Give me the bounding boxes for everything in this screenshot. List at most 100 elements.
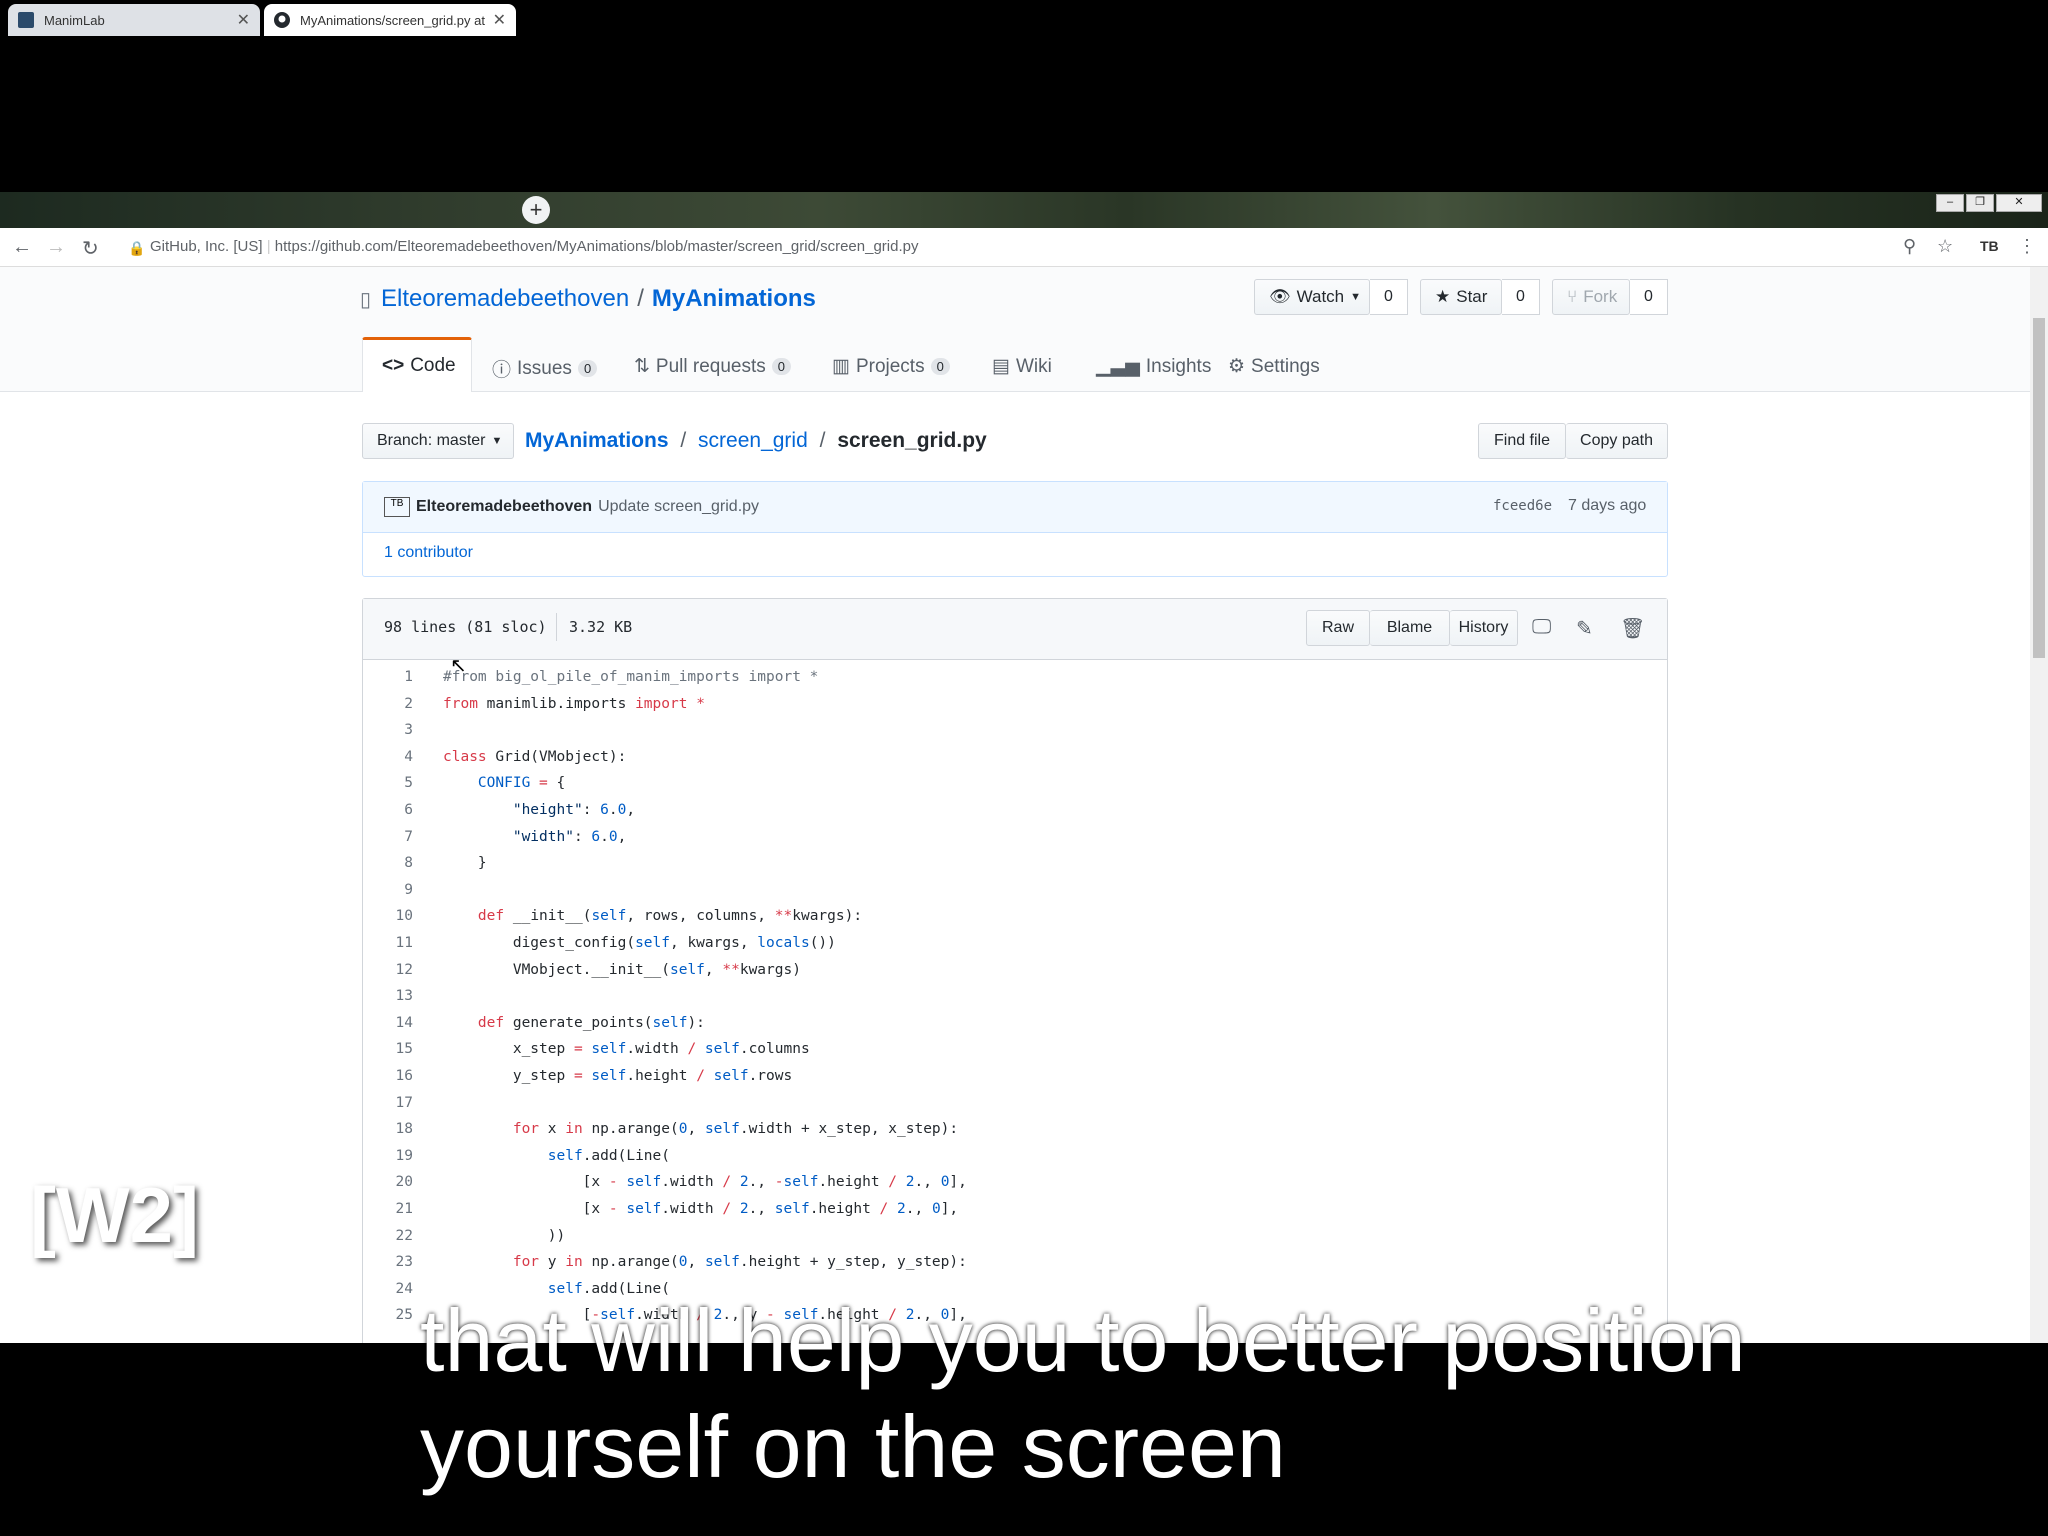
line-number[interactable]: 20 (363, 1174, 413, 1190)
repo-separator: / (637, 285, 644, 312)
code-line: 16 y_step = self.height / self.rows (363, 1063, 793, 1089)
star-button[interactable]: ★ Star (1420, 279, 1502, 315)
repo-name-link[interactable]: MyAnimations (652, 285, 816, 313)
code-line: 2 from manimlib.imports import * (363, 691, 705, 717)
line-number[interactable]: 3 (363, 722, 413, 738)
tab-pull-requests[interactable]: ⇅ Pull requests 0 (634, 355, 791, 378)
minimize-window-button[interactable]: – (1936, 194, 1964, 212)
line-number[interactable]: 24 (363, 1281, 413, 1297)
tab-code-label[interactable]: <> Code (382, 355, 456, 377)
file-lines-info: 98 lines (81 sloc) (384, 618, 547, 636)
tab-settings-text: Settings (1251, 355, 1320, 377)
fork-button[interactable]: ⑂ Fork (1552, 279, 1630, 315)
reload-icon[interactable]: ↻ (82, 236, 99, 261)
breadcrumb-repo[interactable]: MyAnimations (525, 429, 669, 452)
zoom-icon[interactable]: ⚲ (1903, 236, 1916, 257)
line-number[interactable]: 23 (363, 1254, 413, 1270)
forward-arrow-icon[interactable]: → (46, 236, 66, 259)
tab-wiki[interactable]: ▤ Wiki (992, 355, 1052, 378)
line-number[interactable]: 17 (363, 1095, 413, 1111)
line-number[interactable]: 15 (363, 1041, 413, 1057)
close-window-button[interactable]: ✕ (1996, 194, 2042, 212)
tab-issues[interactable]: ⓘ Issues 0 (492, 355, 598, 382)
code-line: 1 #from big_ol_pile_of_manim_imports impo… (363, 664, 818, 690)
line-number[interactable]: 7 (363, 829, 413, 845)
desktop-icon[interactable]: 🖵 (1532, 616, 1551, 639)
line-number[interactable]: 2 (363, 696, 413, 712)
tab-insights-text: Insights (1145, 355, 1212, 377)
code-line: 20 [x - self.width / 2., -self.height / … (363, 1169, 967, 1195)
tab-settings[interactable]: ⚙ Settings (1228, 355, 1320, 378)
line-number[interactable]: 8 (363, 855, 413, 871)
code-line: 21 [x - self.width / 2., self.height / 2… (363, 1196, 959, 1222)
line-number[interactable]: 25 (363, 1307, 413, 1323)
line-number[interactable]: 22 (363, 1228, 413, 1244)
github-page: ▯ Elteoremadebeethoven / MyAnimations 👁 … (0, 267, 2030, 1343)
menu-kebab-icon[interactable]: ⋮ (2018, 236, 2036, 257)
extension-icon[interactable]: TB (1980, 238, 1999, 254)
new-tab-button[interactable]: + (522, 196, 550, 224)
code-line: 15 x_step = self.width / self.columns (363, 1036, 810, 1062)
line-number[interactable]: 10 (363, 908, 413, 924)
star-count[interactable]: 0 (1502, 279, 1540, 315)
subtitle-line: that will help you to better position (420, 1291, 1746, 1390)
tab-pulls-text: Pull requests (655, 355, 766, 377)
line-number[interactable]: 14 (363, 1015, 413, 1031)
line-code: CONFIG = { (477, 775, 566, 792)
commit-message[interactable]: Update screen_grid.py (598, 498, 759, 516)
line-number[interactable]: 6 (363, 802, 413, 818)
line-number[interactable]: 16 (363, 1068, 413, 1084)
watch-button[interactable]: 👁 Watch ▼ (1254, 279, 1370, 315)
project-icon: ▥ (832, 356, 850, 377)
tab-insights[interactable]: ▁▃▅ Insights (1096, 355, 1211, 378)
line-number[interactable]: 21 (363, 1201, 413, 1217)
breadcrumb: MyAnimations / screen_grid / screen_grid… (525, 429, 987, 453)
line-number[interactable]: 18 (363, 1121, 413, 1137)
line-number[interactable]: 13 (363, 988, 413, 1004)
commit-time: 7 days ago (1568, 497, 1647, 514)
commit-sha[interactable]: fceed6e (1493, 498, 1552, 514)
line-number[interactable]: 12 (363, 962, 413, 978)
fork-count[interactable]: 0 (1630, 279, 1668, 315)
code-line: 22 )) (363, 1223, 566, 1249)
history-button[interactable]: History (1450, 610, 1518, 646)
avatar[interactable]: TB (384, 497, 410, 517)
tab-title: ManimLab (44, 12, 105, 28)
tab-manimlab[interactable]: ManimLab ✕ (8, 4, 260, 36)
mouse-cursor-icon: ↖ (450, 655, 467, 677)
back-arrow-icon[interactable]: ← (12, 236, 32, 259)
line-number[interactable]: 19 (363, 1148, 413, 1164)
fork-icon: ⑂ (1567, 287, 1578, 306)
tab-github[interactable]: MyAnimations/screen_grid.py at ✕ (264, 4, 516, 36)
pencil-edit-icon[interactable]: ✎ (1576, 616, 1593, 641)
line-number[interactable]: 1 (363, 669, 413, 685)
line-number[interactable]: 11 (363, 935, 413, 951)
raw-button[interactable]: Raw (1306, 610, 1370, 646)
breadcrumb-dir[interactable]: screen_grid (698, 429, 808, 452)
line-code: [x - self.width / 2., self.height / 2., … (443, 1201, 959, 1217)
commit-author[interactable]: Elteoremadebeethoven (416, 498, 592, 516)
copy-path-button[interactable]: Copy path (1566, 423, 1668, 459)
tab-projects[interactable]: ▥ Projects 0 (832, 355, 950, 378)
caret-down-icon: ▼ (1350, 291, 1362, 303)
line-code: #from big_ol_pile_of_manim_imports impor… (443, 669, 819, 685)
close-tab-icon[interactable]: ✕ (237, 10, 250, 30)
bookmark-star-icon[interactable]: ☆ (1937, 236, 1953, 257)
contributors-link[interactable]: 1 contributor (384, 544, 473, 562)
branch-selector[interactable]: Branch: master ▼ (362, 423, 514, 459)
url-field[interactable]: GitHub, Inc. [US] | https://github.com/E… (150, 238, 918, 255)
line-number[interactable]: 9 (363, 882, 413, 898)
repo-owner-link[interactable]: Elteoremadebeethoven (381, 285, 629, 313)
scrollbar-thumb[interactable] (2033, 318, 2045, 658)
pull-request-icon: ⇅ (634, 356, 650, 377)
blame-button[interactable]: Blame (1370, 610, 1450, 646)
watch-count[interactable]: 0 (1370, 279, 1408, 315)
code-line: 12 VMobject.__init__(self, **kwargs) (363, 957, 801, 983)
line-number[interactable]: 4 (363, 749, 413, 765)
trash-icon[interactable]: 🗑 (1620, 616, 1645, 641)
restore-window-button[interactable]: ❐ (1966, 194, 1994, 212)
close-tab-icon[interactable]: ✕ (493, 10, 506, 30)
line-code: for y in np.arange(0, self.height + y_st… (512, 1254, 967, 1271)
find-file-button[interactable]: Find file (1478, 423, 1566, 459)
line-number[interactable]: 5 (363, 775, 413, 791)
